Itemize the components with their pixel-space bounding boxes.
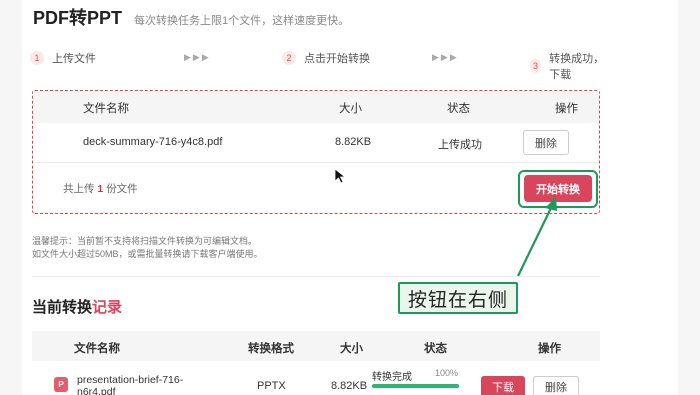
upload-count-prefix: 共上传 bbox=[63, 183, 95, 195]
delete-button[interactable]: 删除 bbox=[523, 130, 569, 155]
step-download: 3 转换成功，下载 bbox=[530, 50, 610, 82]
history-title-accent: 记录 bbox=[92, 299, 123, 316]
tip-text: 温馨提示：当前暂不支持将扫描文件转换为可编辑文档。 如文件大小超过50MB，或需… bbox=[32, 235, 263, 261]
col-status: 状态 bbox=[447, 103, 470, 115]
history-delete-button[interactable]: 删除 bbox=[533, 376, 579, 395]
hist-col-status: 状态 bbox=[424, 343, 447, 355]
upload-count-suffix: 份文件 bbox=[106, 183, 138, 195]
file-size: 8.82KB bbox=[335, 136, 372, 148]
col-filename: 文件名称 bbox=[83, 103, 129, 115]
col-size: 大小 bbox=[339, 103, 362, 115]
hist-col-size: 大小 bbox=[340, 343, 363, 355]
progress-bar bbox=[372, 384, 459, 388]
page-subtitle: 每次转换任务上限1个文件，这样速度更快。 bbox=[134, 15, 350, 27]
step-label-3: 转换成功，下载 bbox=[549, 53, 605, 81]
download-button[interactable]: 下载 bbox=[481, 376, 525, 395]
pdf-file-icon: P bbox=[54, 377, 68, 392]
progress-bar-fill bbox=[372, 384, 459, 388]
upload-panel: 文件名称 大小 状态 操作 deck-summary-716-y4c8.pdf … bbox=[32, 90, 600, 214]
file-name: deck-summary-716-y4c8.pdf bbox=[83, 136, 223, 148]
divider bbox=[32, 276, 600, 277]
history-title-plain: 当前转换 bbox=[32, 299, 93, 316]
history-title: 当前转换记录 bbox=[32, 296, 122, 317]
tip-line-2: 如文件大小超过50MB，或需批量转换请下载客户端使用。 bbox=[32, 249, 263, 259]
col-action: 操作 bbox=[555, 103, 578, 115]
step-arrows-icon: ▶▶▶ bbox=[432, 52, 459, 62]
annotation-callout: 按钮在右侧 bbox=[398, 282, 518, 314]
page-header: PDF转PPT 每次转换任务上限1个文件，这样速度更快。 bbox=[33, 4, 349, 30]
hist-col-filename: 文件名称 bbox=[74, 343, 120, 355]
start-convert-button[interactable]: 开始转换 bbox=[524, 175, 592, 202]
table-row: deck-summary-716-y4c8.pdf 8.82KB 上传成功 删除 bbox=[33, 123, 599, 163]
hist-col-action: 操作 bbox=[538, 343, 561, 355]
history-size: 8.82KB bbox=[331, 380, 368, 392]
step-label-1: 上传文件 bbox=[52, 53, 96, 65]
step-number-3: 3 bbox=[530, 59, 542, 73]
steps-bar: 1 上传文件 ▶▶▶ 2 点击开始转换 ▶▶▶ 3 转换成功，下载 bbox=[30, 50, 610, 81]
mouse-cursor-icon bbox=[334, 168, 347, 184]
step-upload: 1 上传文件 bbox=[30, 50, 96, 66]
history-file-name: presentation-brief-716-n6r4.pdf bbox=[77, 374, 184, 395]
page-title: PDF转PPT bbox=[33, 8, 123, 28]
upload-table-header: 文件名称 大小 状态 操作 bbox=[33, 91, 599, 123]
table-row: P presentation-brief-716-n6r4.pdf PPTX 8… bbox=[32, 362, 600, 395]
step-number-2: 2 bbox=[282, 51, 296, 65]
history-table-header: 文件名称 转换格式 大小 状态 操作 bbox=[32, 331, 600, 361]
conversion-status: 转换完成 bbox=[372, 372, 412, 383]
progress-percent: 100% bbox=[435, 368, 459, 378]
tip-line-1: 温馨提示：当前暂不支持将扫描文件转换为可编辑文档。 bbox=[32, 236, 258, 246]
upload-count: 共上传 1 份文件 bbox=[63, 181, 138, 196]
step-start: 2 点击开始转换 bbox=[282, 50, 370, 66]
hist-col-format: 转换格式 bbox=[248, 343, 294, 355]
upload-status: 上传成功 bbox=[438, 139, 482, 151]
upload-count-number: 1 bbox=[97, 183, 104, 195]
step-arrows-icon: ▶▶▶ bbox=[184, 52, 211, 62]
step-number-1: 1 bbox=[30, 51, 44, 65]
step-label-2: 点击开始转换 bbox=[304, 53, 370, 65]
history-format: PPTX bbox=[257, 380, 286, 392]
